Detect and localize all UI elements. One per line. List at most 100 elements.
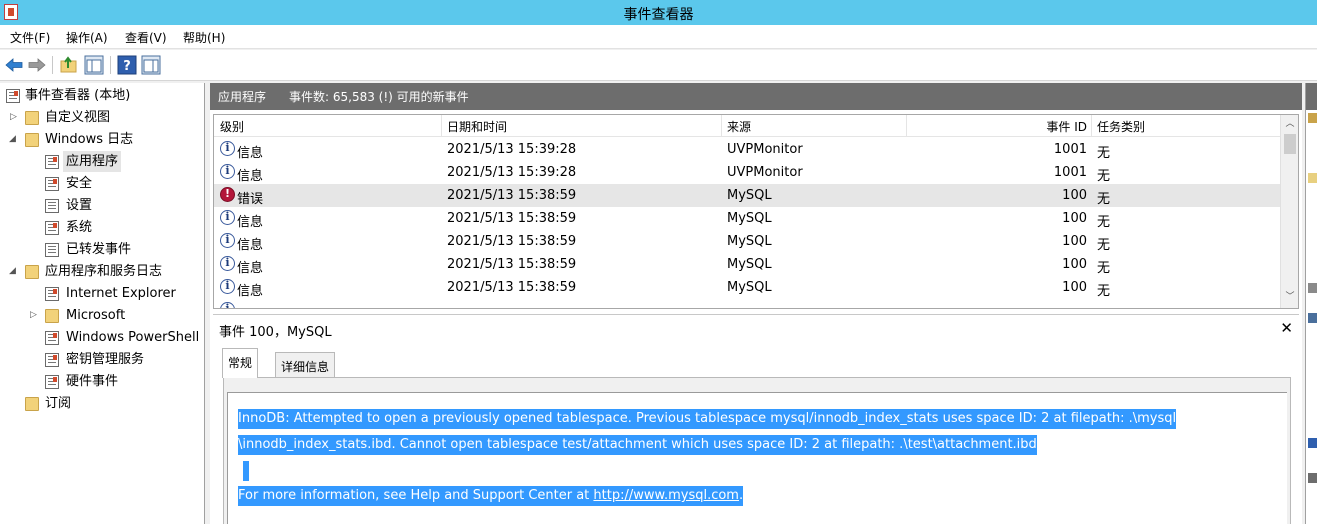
message-text: For more information, see Help and Suppo… [238, 488, 594, 503]
menu-action[interactable]: 操作(A) [66, 29, 108, 46]
menu-file[interactable]: 文件(F) [10, 29, 50, 46]
cell-source: MySQL [727, 257, 772, 272]
open-log-icon[interactable] [1308, 113, 1317, 123]
tree-item-internet-explorer[interactable]: Internet Explorer [0, 283, 200, 304]
tree-item-hardware-events[interactable]: 硬件事件 [0, 371, 200, 392]
info-icon [220, 302, 235, 308]
table-row[interactable]: 信息 2021/5/13 15:38:59 MySQL 100 无 [214, 207, 1280, 230]
close-icon[interactable]: ✕ [1280, 319, 1293, 337]
menu-help[interactable]: 帮助(H) [183, 29, 225, 46]
table-row[interactable]: 信息 2021/5/13 15:39:28 UVPMonitor 1001 无 [214, 161, 1280, 184]
tree-item-label: Microsoft [66, 308, 126, 323]
cell-level: 信息 [237, 146, 264, 161]
column-divider[interactable] [1091, 115, 1092, 137]
tree-item-custom-views[interactable]: ▷ 自定义视图 [0, 107, 200, 128]
scroll-down-icon[interactable]: ﹀ [1282, 289, 1298, 305]
cell-source: UVPMonitor [727, 142, 803, 157]
cell-level: 错误 [237, 192, 264, 207]
folder-icon [25, 265, 39, 279]
tree-item-event-viewer-local[interactable]: 事件查看器 (本地) [0, 85, 200, 106]
show-hide-tree-icon[interactable] [84, 55, 104, 75]
tree-item-windows-logs[interactable]: ◢ Windows 日志 [0, 129, 200, 150]
collapse-arrow-icon[interactable]: ◢ [9, 261, 19, 282]
folder-icon [45, 309, 59, 323]
tree-item-microsoft[interactable]: ▷ Microsoft [0, 305, 200, 326]
folder-up-icon[interactable] [59, 55, 79, 75]
column-divider[interactable] [906, 115, 907, 137]
tree-item-system[interactable]: 系统 [0, 217, 200, 238]
column-divider[interactable] [721, 115, 722, 137]
tree-item-security[interactable]: 安全 [0, 173, 200, 194]
help-icon[interactable]: ? [117, 55, 137, 75]
mysql-help-link[interactable]: http://www.mysql.com [593, 488, 739, 503]
cell-datetime: 2021/5/13 15:38:59 [447, 234, 577, 249]
expand-arrow-icon[interactable]: ▷ [10, 107, 20, 128]
toolbar-separator [52, 56, 53, 74]
actions-header [1306, 83, 1317, 110]
cell-datetime: 2021/5/13 15:38:59 [447, 280, 577, 295]
tree-item-app-service-logs[interactable]: ◢ 应用程序和服务日志 [0, 261, 200, 282]
tree-item-key-management[interactable]: 密钥管理服务 [0, 349, 200, 370]
cell-task-category: 无 [1097, 284, 1111, 299]
tree-item-label: 应用程序和服务日志 [45, 264, 163, 279]
info-icon [220, 279, 235, 294]
tree-item-label: Windows 日志 [45, 132, 134, 147]
tree-item-application[interactable]: 应用程序 [0, 151, 200, 172]
column-header-level[interactable]: 级别 [220, 118, 244, 135]
show-hide-action-pane-icon[interactable] [141, 55, 161, 75]
message-line: For more information, see Help and Suppo… [238, 486, 744, 506]
expand-arrow-icon[interactable]: ▷ [30, 305, 40, 326]
column-header-event-id[interactable]: 事件 ID [1014, 118, 1087, 135]
cell-source: MySQL [727, 234, 772, 249]
info-icon [220, 141, 235, 156]
menu-view[interactable]: 查看(V) [125, 29, 167, 46]
log-icon [45, 221, 59, 235]
cell-level: 信息 [237, 238, 264, 253]
cell-task-category: 无 [1097, 238, 1111, 253]
cell-event-id: 1001 [1053, 165, 1087, 180]
event-list-scrollbar[interactable]: ︿ ﹀ [1280, 115, 1298, 308]
section-header-icon [1308, 473, 1317, 483]
column-header-source[interactable]: 来源 [727, 118, 751, 135]
cell-task-category: 无 [1097, 146, 1111, 161]
table-row[interactable]: 信息 2021/5/13 15:38:59 MySQL 100 无 [214, 253, 1280, 276]
toolbar: ? [0, 50, 1317, 81]
cell-datetime: 2021/5/13 15:39:28 [447, 165, 577, 180]
tree-item-setup[interactable]: 设置 [0, 195, 200, 216]
help-icon[interactable] [1308, 438, 1317, 448]
cell-source: UVPMonitor [727, 165, 803, 180]
tab-details[interactable]: 详细信息 [275, 352, 336, 378]
cell-event-id: 1001 [1053, 142, 1087, 157]
scroll-thumb[interactable] [1284, 134, 1296, 154]
find-icon[interactable] [1308, 313, 1317, 323]
cell-level: 信息 [237, 169, 264, 184]
forward-arrow-icon[interactable] [27, 55, 47, 75]
table-row-partial[interactable] [214, 299, 1280, 308]
tab-general[interactable]: 常规 [222, 348, 259, 378]
scroll-up-icon[interactable]: ︿ [1282, 116, 1298, 132]
cell-datetime: 2021/5/13 15:39:28 [447, 142, 577, 157]
info-icon [220, 210, 235, 225]
table-row[interactable]: 错误 2021/5/13 15:38:59 MySQL 100 无 [214, 184, 1280, 207]
cell-level: 信息 [237, 284, 264, 299]
filter-icon[interactable] [1308, 173, 1317, 183]
table-row[interactable]: 信息 2021/5/13 15:38:59 MySQL 100 无 [214, 230, 1280, 253]
table-row[interactable]: 信息 2021/5/13 15:38:59 MySQL 100 无 [214, 276, 1280, 299]
message-line: \innodb_index_stats.ibd. Cannot open tab… [238, 435, 1037, 455]
properties-icon[interactable] [1308, 283, 1317, 293]
tree-item-subscriptions[interactable]: 订阅 [0, 393, 200, 414]
tree-item-windows-powershell[interactable]: Windows PowerShell [0, 327, 200, 348]
collapse-arrow-icon[interactable]: ◢ [9, 129, 19, 150]
event-list[interactable]: 级别 日期和时间 来源 事件 ID 任务类别 信息 2021/5/13 15:39… [213, 114, 1299, 309]
table-row[interactable]: 信息 2021/5/13 15:39:28 UVPMonitor 1001 无 [214, 138, 1280, 161]
tree-item-forwarded-events[interactable]: 已转发事件 [0, 239, 200, 260]
info-icon [220, 233, 235, 248]
column-header-datetime[interactable]: 日期和时间 [447, 118, 507, 135]
log-icon [45, 287, 59, 301]
column-header-task-category[interactable]: 任务类别 [1097, 118, 1145, 135]
log-icon [45, 331, 59, 345]
column-divider[interactable] [441, 115, 442, 137]
tree-item-label: 事件查看器 (本地) [25, 88, 131, 103]
back-arrow-icon[interactable] [4, 55, 24, 75]
event-message-box[interactable]: InnoDB: Attempted to open a previously o… [227, 392, 1287, 524]
